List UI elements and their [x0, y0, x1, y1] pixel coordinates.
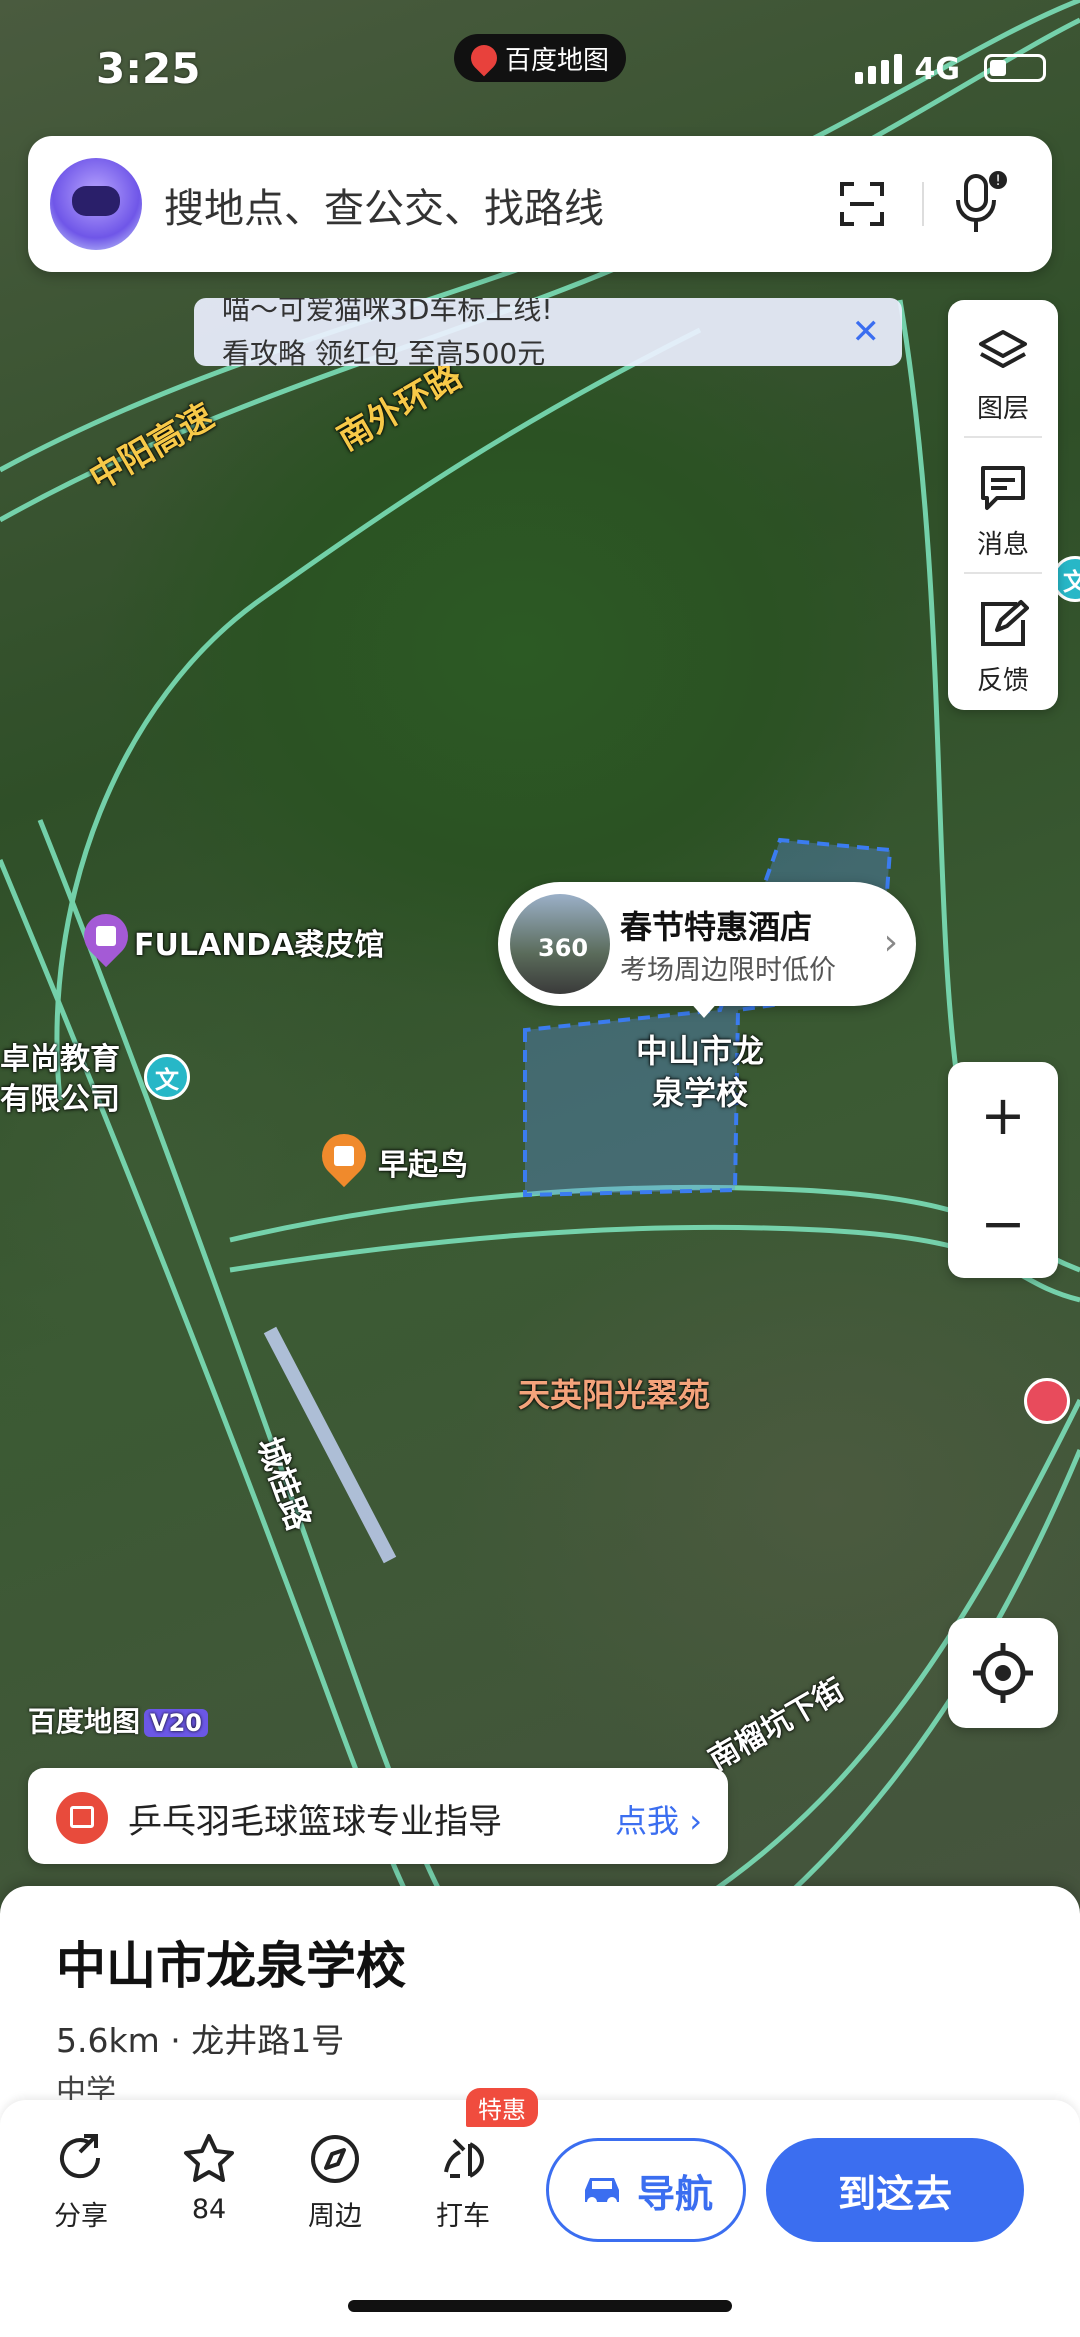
message-icon: [981, 466, 1025, 510]
search-placeholder[interactable]: 搜地点、查公交、找路线: [164, 176, 604, 234]
school-label-line: 泉学校: [652, 1074, 749, 1112]
microphone-icon[interactable]: !: [952, 170, 1008, 236]
layers-button[interactable]: 图层: [948, 300, 1058, 436]
taxi-button[interactable]: 打车: [408, 2132, 518, 2233]
poi-label-line: 有限公司: [0, 1082, 120, 1117]
assistant-avatar-icon[interactable]: [50, 158, 142, 250]
share-label: 分享: [54, 2201, 108, 2232]
promo-text: 乒乓羽毛球篮球专业指导: [128, 1802, 502, 1842]
svg-text:!: !: [995, 173, 1001, 189]
home-indicator: [348, 2300, 732, 2312]
poi-label[interactable]: FULANDA裘皮馆: [134, 920, 384, 964]
hotel-card-subtitle: 考场周边限时低价: [620, 955, 836, 986]
baidu-map-logo-icon: [465, 39, 503, 77]
favorite-button[interactable]: 84: [154, 2132, 264, 2225]
go-here-label: 到这去: [837, 2171, 952, 2216]
panorama-thumbnail[interactable]: 360: [510, 894, 610, 994]
battery-icon: [984, 54, 1046, 82]
panorama-360-badge: 360: [538, 934, 589, 962]
school-label-line: 中山市龙: [636, 1032, 765, 1070]
favorite-count: 84: [191, 2194, 227, 2225]
layers-label: 图层: [976, 394, 1029, 424]
search-divider: [922, 182, 924, 226]
car-icon: [584, 2178, 619, 2207]
network-type: 4G: [914, 52, 961, 87]
status-bar: 3:25 百度地图 4G: [0, 0, 1080, 140]
poi-label[interactable]: 早起鸟: [378, 1140, 468, 1184]
poi-label-line: 卓尚教育: [0, 1042, 120, 1077]
watermark-version: V20: [144, 1709, 208, 1737]
navigate-button[interactable]: 导航: [546, 2138, 746, 2242]
compass-icon: [311, 2135, 359, 2183]
go-here-button[interactable]: 到这去: [766, 2138, 1024, 2242]
locate-icon: [973, 1643, 1033, 1703]
place-detail-sheet[interactable]: 中山市龙泉学校 5.6km · 龙井路1号 中学 分享 84 周边 打车 特惠 …: [0, 1886, 1080, 2337]
share-button[interactable]: 分享: [26, 2132, 136, 2233]
community-label[interactable]: 天英阳光翠苑: [518, 1370, 710, 1416]
place-distance-address: 5.6km · 龙井路1号: [56, 2021, 345, 2060]
star-icon: [184, 2134, 234, 2182]
hotel-card-title: 春节特惠酒店: [620, 908, 813, 946]
venue-icon: [56, 1792, 108, 1844]
layers-icon: [979, 330, 1027, 368]
taxi-label: 打车: [436, 2201, 490, 2232]
building-pin-icon[interactable]: [1024, 1378, 1070, 1424]
map-tools-panel: 图层 消息 反馈: [948, 300, 1058, 710]
poi-label[interactable]: 卓尚教育 有限公司: [0, 1040, 120, 1120]
feedback-label: 反馈: [976, 666, 1029, 696]
announcement-line: 看攻略 领红包 至高500元: [222, 337, 546, 366]
promo-cta-label: 点我: [615, 1802, 680, 1840]
nearby-button[interactable]: 周边: [280, 2132, 390, 2233]
zoom-in-button[interactable]: +: [948, 1062, 1058, 1170]
close-icon[interactable]: ✕: [852, 312, 881, 352]
announcement-banner[interactable]: 喵～可爱猫咪3D车标上线! 看攻略 领红包 至高500元 ✕: [194, 298, 902, 366]
taxi-icon: [444, 2138, 485, 2178]
scan-icon[interactable]: [838, 180, 886, 228]
announcement-line: 喵～可爱猫咪3D车标上线!: [222, 298, 553, 326]
edit-icon: [981, 600, 1029, 646]
promo-banner[interactable]: 乒乓羽毛球篮球专业指导 点我 ›: [28, 1768, 728, 1864]
place-title: 中山市龙泉学校: [56, 1937, 406, 1995]
zoom-out-button[interactable]: −: [948, 1170, 1058, 1278]
chevron-right-icon: ›: [883, 922, 898, 963]
feedback-button[interactable]: 反馈: [948, 572, 1058, 708]
school-label[interactable]: 中山市龙 泉学校: [636, 1030, 764, 1114]
locate-me-button[interactable]: [948, 1618, 1058, 1728]
watermark-brand: 百度地图: [28, 1705, 141, 1738]
nearby-label: 周边: [308, 2201, 362, 2232]
card-pointer: [688, 1000, 720, 1018]
taxi-discount-badge: 特惠: [466, 2088, 538, 2127]
search-bar[interactable]: 搜地点、查公交、找路线 !: [28, 136, 1052, 272]
navigate-label: 导航: [636, 2171, 713, 2216]
cellular-signal-icon: [855, 54, 902, 84]
app-name: 百度地图: [504, 45, 609, 76]
status-time: 3:25: [96, 44, 201, 93]
hotel-promo-card[interactable]: 360 春节特惠酒店 考场周边限时低价 ›: [498, 882, 916, 1018]
messages-button[interactable]: 消息: [948, 436, 1058, 572]
app-indicator[interactable]: 百度地图: [454, 34, 626, 82]
education-icon[interactable]: 文: [144, 1054, 190, 1100]
zoom-control: + −: [948, 1062, 1058, 1278]
map-watermark: 百度地图 V20: [28, 1700, 208, 1740]
share-icon: [60, 2134, 101, 2179]
promo-cta[interactable]: 点我 ›: [615, 1796, 702, 1842]
messages-label: 消息: [976, 530, 1029, 560]
